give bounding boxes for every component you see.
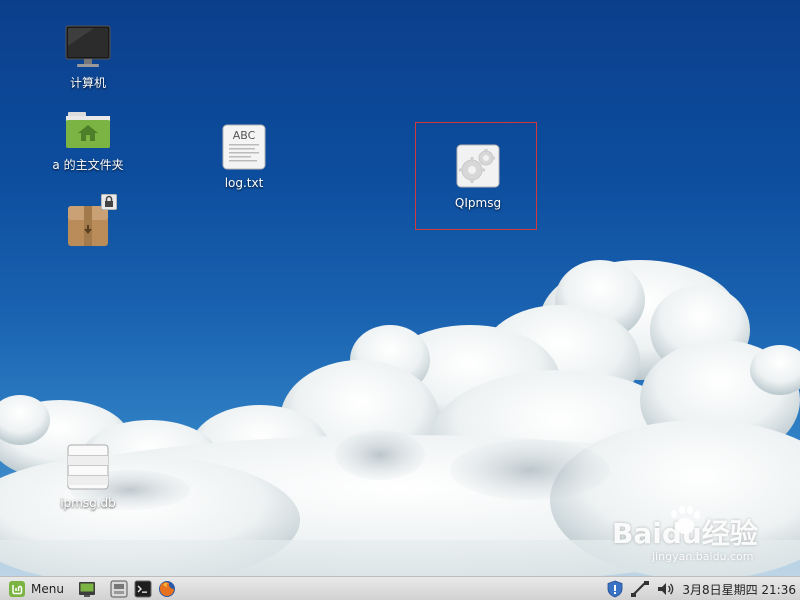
home-folder-desktop-icon[interactable]: a 的主文件夹	[33, 106, 143, 173]
computer-label: 计算机	[69, 76, 106, 90]
network-icon[interactable]	[630, 580, 650, 598]
database-icon	[64, 444, 112, 492]
home-folder-icon	[64, 106, 112, 154]
shield-update-icon[interactable]	[606, 580, 624, 598]
system-tray: 3月8日星期四 21:36	[606, 579, 796, 599]
ipmsg-db-label: ipmsg.db	[60, 496, 116, 510]
firefox-icon[interactable]	[158, 580, 176, 598]
mint-logo-icon	[9, 581, 25, 597]
executable-gear-icon	[454, 144, 502, 192]
ipmsg-db-desktop-icon[interactable]: ipmsg.db	[33, 444, 143, 511]
panel-clock[interactable]: 3月8日星期四 21:36	[682, 581, 796, 598]
package-box-icon	[64, 194, 117, 248]
baidu-watermark: Baidu经验 jingyan.baidu.com	[612, 506, 758, 563]
computer-desktop-icon[interactable]: 计算机	[33, 24, 143, 91]
monitor-icon	[64, 24, 112, 72]
menu-button[interactable]: Menu	[4, 579, 68, 599]
package-desktop-icon[interactable]	[33, 194, 143, 252]
log-file-desktop-icon[interactable]: ABC log.txt	[189, 124, 299, 191]
log-file-label: log.txt	[224, 176, 264, 190]
text-file-icon: ABC	[220, 124, 268, 172]
show-desktop-icon[interactable]	[78, 580, 96, 598]
qipmsg-desktop-icon[interactable]: QIpmsg	[423, 144, 533, 211]
desktop[interactable]: 计算机 a 的主文件夹 ABC log.txt QIpmsg ipmsg.db …	[0, 0, 800, 576]
volume-icon[interactable]	[656, 580, 676, 598]
home-folder-label: a 的主文件夹	[52, 158, 124, 172]
file-preview-text: ABC	[232, 129, 256, 142]
menu-label: Menu	[31, 582, 64, 596]
paw-logo-icon	[671, 506, 700, 534]
terminal-icon[interactable]	[134, 580, 152, 598]
lock-badge-icon	[101, 194, 117, 210]
bottom-panel: Menu 3月8日星期四 21:36	[0, 576, 800, 600]
qipmsg-label: QIpmsg	[454, 196, 502, 210]
watermark-url-text: jingyan.baidu.com	[652, 550, 754, 563]
file-manager-icon[interactable]	[110, 580, 128, 598]
